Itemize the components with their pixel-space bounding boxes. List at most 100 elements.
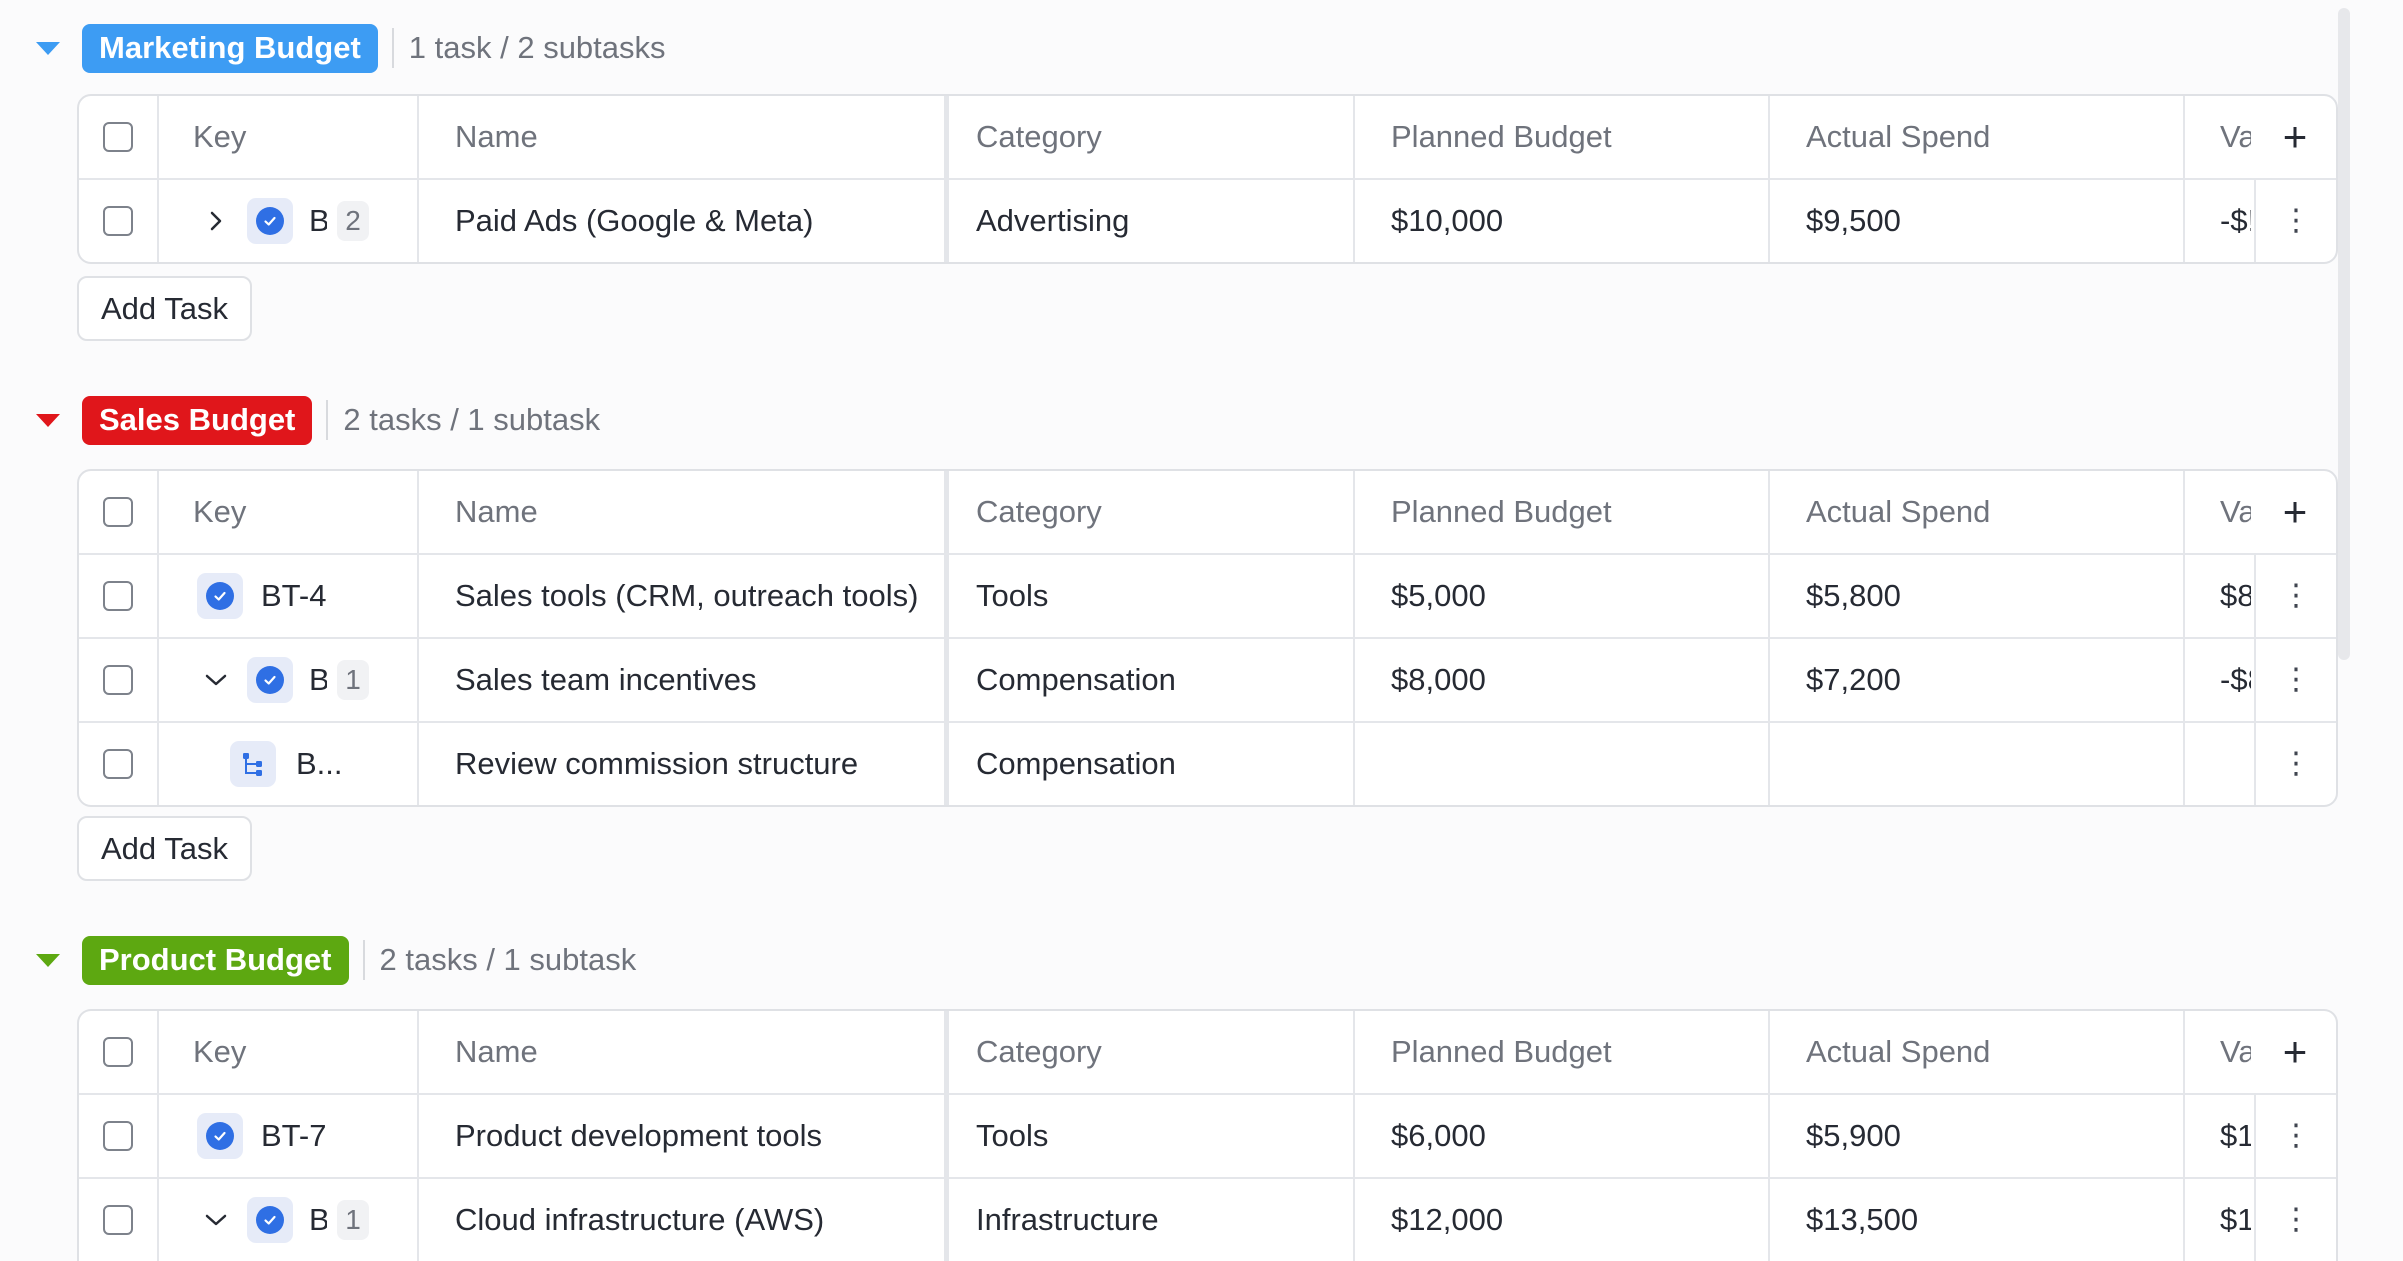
row-checkbox[interactable] <box>103 1121 133 1151</box>
select-all-checkbox[interactable] <box>103 1037 133 1067</box>
vertical-scrollbar[interactable] <box>2338 8 2350 660</box>
column-header-planned-budget[interactable]: Planned Budget <box>1355 1011 1770 1093</box>
row-checkbox[interactable] <box>103 206 133 236</box>
collapse-caret-icon[interactable] <box>36 413 60 427</box>
column-header-planned-budget[interactable]: Planned Budget <box>1355 471 1770 553</box>
task-key[interactable]: BT-4 <box>261 578 326 614</box>
column-header-key[interactable]: Key <box>159 471 419 553</box>
group-title-badge[interactable]: Product Budget <box>82 935 349 985</box>
task-actual-spend[interactable]: $5,900 <box>1770 1095 2185 1177</box>
column-header-category[interactable]: Category <box>949 1011 1355 1093</box>
task-variance[interactable]: $1 <box>2185 1095 2251 1177</box>
row-more-options-icon[interactable]: ⋮ <box>2281 665 2311 695</box>
collapse-caret-icon[interactable] <box>36 41 60 55</box>
task-category[interactable]: Tools <box>949 1095 1355 1177</box>
task-key[interactable]: B <box>309 1202 327 1238</box>
table-header-row: Key Name Category Planned Budget Actual … <box>79 471 2336 553</box>
task-category[interactable]: Infrastructure <box>949 1179 1355 1261</box>
add-column-plus-icon[interactable]: + <box>2283 116 2308 158</box>
column-header-variance[interactable]: Va <box>2185 1011 2251 1093</box>
column-header-category[interactable]: Category <box>949 471 1355 553</box>
group-task-count: 1 task / 2 subtasks <box>408 30 666 65</box>
task-name[interactable]: Cloud infrastructure (AWS) <box>419 1179 949 1261</box>
task-name[interactable]: Review commission structure <box>419 723 949 805</box>
select-all-checkbox[interactable] <box>103 497 133 527</box>
task-type-check-icon <box>197 1113 243 1159</box>
row-more-options-icon[interactable]: ⋮ <box>2281 206 2311 236</box>
task-category[interactable]: Tools <box>949 555 1355 637</box>
task-planned-budget[interactable]: $10,000 <box>1355 180 1770 262</box>
subtask-count-badge: 2 <box>337 201 369 241</box>
column-header-variance[interactable]: Va <box>2185 96 2251 178</box>
row-more-options-icon[interactable]: ⋮ <box>2281 1121 2311 1151</box>
column-header-category[interactable]: Category <box>949 96 1355 178</box>
chevron-down-icon[interactable] <box>201 1213 231 1227</box>
table-row[interactable]: B 1 Cloud infrastructure (AWS) Infrastru… <box>79 1177 2336 1261</box>
task-name[interactable]: Sales team incentives <box>419 639 949 721</box>
add-column-plus-icon[interactable]: + <box>2283 1031 2308 1073</box>
column-header-key[interactable]: Key <box>159 96 419 178</box>
task-planned-budget[interactable]: $12,000 <box>1355 1179 1770 1261</box>
task-key[interactable]: BT-7 <box>261 1118 326 1154</box>
column-header-name[interactable]: Name <box>419 471 949 553</box>
row-more-options-icon[interactable]: ⋮ <box>2281 581 2311 611</box>
row-checkbox[interactable] <box>103 581 133 611</box>
table-row[interactable]: BT-4 Sales tools (CRM, outreach tools) T… <box>79 553 2336 637</box>
task-name[interactable]: Paid Ads (Google & Meta) <box>419 180 949 262</box>
group-title-badge[interactable]: Marketing Budget <box>82 23 378 73</box>
task-key[interactable]: B <box>309 662 327 698</box>
table-row[interactable]: B 2 Paid Ads (Google & Meta) Advertising… <box>79 178 2336 262</box>
collapse-caret-icon[interactable] <box>36 953 60 967</box>
task-actual-spend[interactable] <box>1770 723 2185 805</box>
task-type-check-icon <box>247 198 293 244</box>
task-type-check-icon <box>197 573 243 619</box>
task-planned-budget[interactable]: $5,000 <box>1355 555 1770 637</box>
group-task-count: 2 tasks / 1 subtask <box>343 402 601 437</box>
table-row[interactable]: BT-7 Product development tools Tools $6,… <box>79 1093 2336 1177</box>
column-header-actual-spend[interactable]: Actual Spend <box>1770 471 2185 553</box>
task-variance[interactable]: $1 <box>2185 1179 2251 1261</box>
add-task-button[interactable]: Add Task <box>77 276 252 341</box>
task-planned-budget[interactable] <box>1355 723 1770 805</box>
task-actual-spend[interactable]: $7,200 <box>1770 639 2185 721</box>
column-header-name[interactable]: Name <box>419 96 949 178</box>
group-title-badge[interactable]: Sales Budget <box>82 395 313 445</box>
task-planned-budget[interactable]: $6,000 <box>1355 1095 1770 1177</box>
select-all-checkbox[interactable] <box>103 122 133 152</box>
add-column-plus-icon[interactable]: + <box>2283 491 2308 533</box>
task-actual-spend[interactable]: $13,500 <box>1770 1179 2185 1261</box>
row-more-options-icon[interactable]: ⋮ <box>2281 749 2311 779</box>
task-category[interactable]: Compensation <box>949 723 1355 805</box>
chevron-right-icon[interactable] <box>201 210 231 232</box>
table-header-row: Key Name Category Planned Budget Actual … <box>79 1011 2336 1093</box>
task-variance[interactable] <box>2185 723 2251 805</box>
divider <box>391 28 394 68</box>
task-name[interactable]: Sales tools (CRM, outreach tools) <box>419 555 949 637</box>
task-key[interactable]: B... <box>296 746 343 782</box>
task-name[interactable]: Product development tools <box>419 1095 949 1177</box>
task-planned-budget[interactable]: $8,000 <box>1355 639 1770 721</box>
chevron-down-icon[interactable] <box>201 673 231 687</box>
task-type-check-icon <box>247 657 293 703</box>
task-table: Key Name Category Planned Budget Actual … <box>77 94 2338 264</box>
divider <box>362 940 365 980</box>
table-row[interactable]: B 1 Sales team incentives Compensation $… <box>79 637 2336 721</box>
column-header-variance[interactable]: Va <box>2185 471 2251 553</box>
task-variance[interactable]: -$! <box>2185 180 2251 262</box>
add-task-button[interactable]: Add Task <box>77 816 252 881</box>
column-header-actual-spend[interactable]: Actual Spend <box>1770 96 2185 178</box>
task-key[interactable]: B <box>309 203 327 239</box>
task-actual-spend[interactable]: $9,500 <box>1770 180 2185 262</box>
row-checkbox[interactable] <box>103 665 133 695</box>
task-category[interactable]: Compensation <box>949 639 1355 721</box>
column-header-actual-spend[interactable]: Actual Spend <box>1770 1011 2185 1093</box>
row-checkbox[interactable] <box>103 749 133 779</box>
task-actual-spend[interactable]: $5,800 <box>1770 555 2185 637</box>
table-row-subtask[interactable]: B... Review commission structure Compens… <box>79 721 2336 805</box>
task-variance[interactable]: -$8 <box>2185 639 2251 721</box>
task-category[interactable]: Advertising <box>949 180 1355 262</box>
task-variance[interactable]: $8 <box>2185 555 2251 637</box>
column-header-planned-budget[interactable]: Planned Budget <box>1355 96 1770 178</box>
column-header-name[interactable]: Name <box>419 1011 949 1093</box>
column-header-key[interactable]: Key <box>159 1011 419 1093</box>
